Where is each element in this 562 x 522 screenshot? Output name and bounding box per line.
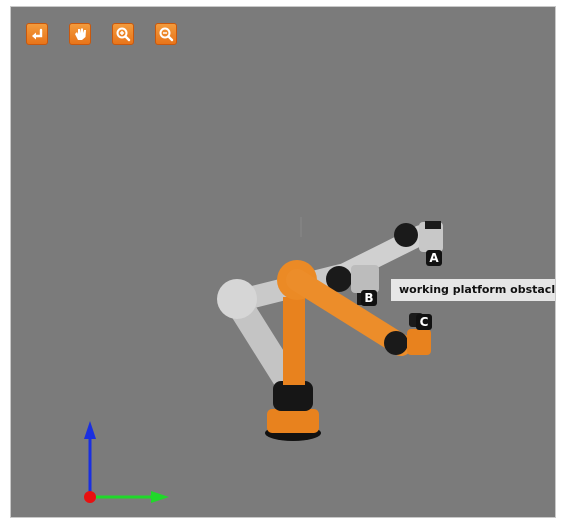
marker-c: C [416, 314, 432, 330]
axis-gizmo [84, 421, 169, 503]
robot-scene [84, 217, 443, 503]
marker-a: A [426, 250, 442, 266]
marker-b: B [361, 290, 377, 306]
3d-viewport[interactable]: A B C working platform obstacles [10, 6, 556, 518]
working-platform-label: working platform obstacles [391, 279, 555, 301]
